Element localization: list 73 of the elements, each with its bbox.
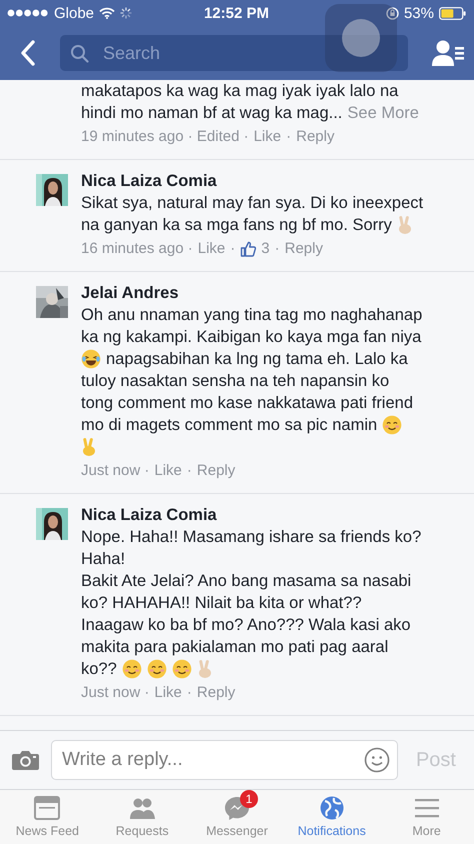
friend-list-icon[interactable] <box>432 39 464 67</box>
see-more-link[interactable]: See More <box>347 102 419 124</box>
laughing-face-icon <box>81 349 101 369</box>
rotation-lock-icon <box>386 6 399 20</box>
tab[interactable]: Notifications <box>284 790 380 844</box>
assistive-touch-button[interactable] <box>325 4 397 72</box>
blushing-face-icon <box>382 415 402 435</box>
comment-text: tong comment mo kase nakkatawa pati friend <box>81 393 414 414</box>
comment-text: ko? HAHAHA!! Nilait ba kita or what?? <box>81 593 362 614</box>
battery-icon <box>438 6 466 20</box>
comment-meta: 16 minutes ago · <box>81 239 193 259</box>
smiling-face-icon <box>146 659 167 679</box>
clock: 12:52 PM <box>204 4 270 22</box>
reply-link[interactable]: Reply <box>284 238 323 260</box>
comment-meta: Just now · <box>81 461 150 481</box>
comment-meta: · <box>230 239 236 259</box>
reply-field[interactable]: Write a reply... <box>51 740 398 780</box>
comment-meta: · <box>286 127 292 147</box>
globe-icon <box>318 796 345 820</box>
comment-text: ka ng kakampi. Kaibigan ko kaya mga fan niya <box>81 327 422 348</box>
search-field[interactable]: Search <box>60 35 408 71</box>
peace-hand-icon <box>196 659 213 679</box>
reaction-count: 3 <box>261 239 270 259</box>
battery-percentage: 53% <box>404 4 434 22</box>
comment-meta: 19 minutes ago · Edited · <box>81 127 249 147</box>
tab[interactable]: More <box>379 790 474 844</box>
comment-text: tuloy nasaktan sensha na teh napansin ko <box>81 371 390 392</box>
comment-author[interactable]: Nica Laiza Comia <box>81 170 424 192</box>
like-link[interactable]: Like <box>154 460 182 482</box>
comment-text: ko?? <box>81 659 117 680</box>
comment-text: na ganyan ka sa mga fans ng bf mo. Sorry <box>81 215 392 236</box>
peace-hand-icon <box>81 437 97 457</box>
notification-badge: 1 <box>240 790 258 808</box>
carrier-name: Globe <box>54 4 94 22</box>
comment-text: Bakit Ate Jelai? Ano bang masama sa nasabi <box>81 571 412 592</box>
reply-link[interactable]: Reply <box>296 126 334 148</box>
peace-hand-icon <box>396 215 413 235</box>
reply-link[interactable]: Reply <box>196 682 236 704</box>
like-link[interactable]: Like <box>198 238 226 260</box>
thumbs-up-icon <box>240 241 256 257</box>
comment-meta: Just now · <box>81 683 150 703</box>
spinner-icon <box>120 7 132 19</box>
comment-text: Nope. Haha!! Masamang ishare sa friends ko? <box>81 527 422 548</box>
comment-text: napagsabihan ka lng ng tama eh. Lalo ka <box>106 349 408 370</box>
comment-text: Sikat sya, natural may fan sya. Di ko ineexpect <box>81 193 424 214</box>
search-icon <box>70 44 89 63</box>
comment-meta: · <box>186 461 192 481</box>
comment-text: mo di magets comment mo sa pic namin <box>81 415 378 436</box>
comment-meta: · <box>186 683 192 703</box>
comment-text: Oh anu nnaman yang tina tag mo naghahanap <box>81 305 422 326</box>
comment-text: makita para pakialaman mo pati pag aaral <box>81 637 388 658</box>
comment-text: Inaagaw ko ba bf mo? Ano??? Wala kasi ako <box>81 615 411 636</box>
news-feed-icon <box>34 796 60 820</box>
menu-icon <box>414 796 440 820</box>
tab[interactable]: News Feed <box>0 790 95 844</box>
tab[interactable]: Requests <box>94 790 190 844</box>
people-icon <box>129 796 156 820</box>
comment-text: makatapos ka wag ka mag iyak iyak lalo na <box>81 81 398 102</box>
smiling-face-icon <box>122 659 142 679</box>
smiley-icon[interactable] <box>364 747 390 773</box>
tab[interactable]: 1 Messenger <box>190 790 284 844</box>
comment-text: hindi mo naman bf at wag ka mag... <box>81 103 342 124</box>
like-link[interactable]: Like <box>154 682 182 704</box>
comment-meta: · <box>274 239 280 259</box>
signal-icon <box>7 9 49 17</box>
like-link[interactable]: Like <box>254 126 282 148</box>
camera-icon[interactable] <box>12 750 39 770</box>
comment-text: Haha! <box>81 549 126 570</box>
reply-link[interactable]: Reply <box>196 460 236 482</box>
comment-author[interactable]: Jelai Andres <box>81 282 422 304</box>
smiling-face-icon <box>172 659 192 679</box>
wifi-icon <box>99 7 116 19</box>
comment-author[interactable]: Nica Laiza Comia <box>81 504 422 526</box>
